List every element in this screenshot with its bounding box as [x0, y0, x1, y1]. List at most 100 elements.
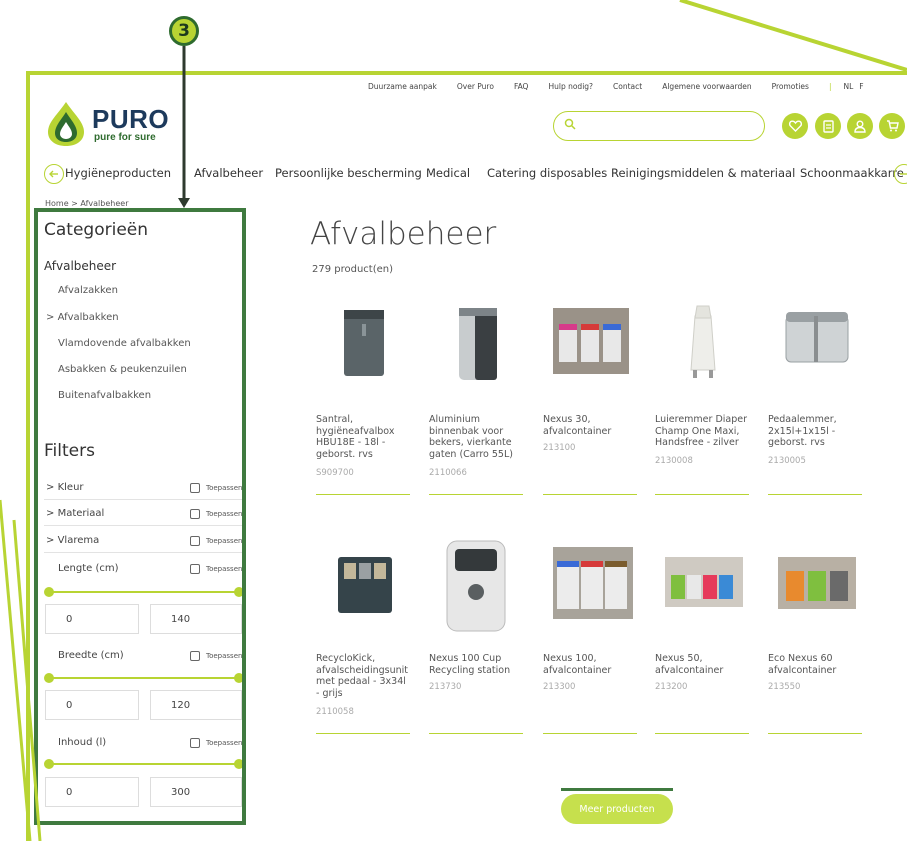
slider-min-handle[interactable] [44, 587, 54, 597]
product-name[interactable]: Luieremmer Diaper Champ One Maxi, Handsf… [655, 414, 751, 449]
inhoud-range-slider[interactable] [44, 759, 244, 769]
utility-link-over-puro[interactable]: Over Puro [457, 82, 494, 91]
category-hygiene[interactable]: Hygiëneproducten [65, 166, 171, 180]
product-image[interactable] [655, 298, 751, 398]
filter-vlarema-apply[interactable]: Toepassen [206, 537, 242, 545]
cart-button[interactable] [879, 113, 905, 139]
utility-separator: | [828, 82, 832, 91]
filter-lengte-checkbox[interactable] [190, 564, 200, 574]
category-medical[interactable]: Medical [426, 166, 470, 180]
lengte-range-slider[interactable] [44, 587, 244, 597]
utility-link-duurzame[interactable]: Duurzame aanpak [368, 82, 437, 91]
search-icon[interactable] [564, 118, 576, 130]
sidebar-item-afvalzakken[interactable]: Afvalzakken [58, 285, 118, 296]
product-name[interactable]: Aluminium binnenbak voor bekers, vierkan… [429, 414, 525, 460]
inhoud-min-input[interactable]: 0 [45, 777, 139, 807]
utility-link-contact[interactable]: Contact [613, 82, 642, 91]
chevron-right-icon: > [46, 508, 55, 519]
page-title: Afvalbeheer [310, 216, 497, 252]
filter-kleur-label: > Kleur [46, 482, 84, 493]
filter-materiaal-apply[interactable]: Toepassen [206, 510, 242, 518]
slider-min-handle[interactable] [44, 759, 54, 769]
chevron-right-icon: > [46, 312, 55, 323]
slider-max-handle[interactable] [234, 587, 244, 597]
product-name[interactable]: Pedaalemmer, 2x15l+1x15l - geborst. rvs [768, 414, 864, 449]
inhoud-max-input[interactable]: 300 [150, 777, 242, 807]
utility-link-faq[interactable]: FAQ [514, 82, 529, 91]
sidebar-main-category[interactable]: Afvalbeheer [44, 259, 116, 273]
filter-vlarema-checkbox[interactable] [190, 536, 200, 546]
chevron-right-icon: > [46, 535, 55, 546]
sidebar-item-afvalbakken[interactable]: > Afvalbakken [46, 312, 119, 323]
slider-min-handle[interactable] [44, 673, 54, 683]
filter-materiaal-checkbox[interactable] [190, 509, 200, 519]
category-catering[interactable]: Catering disposables [487, 166, 607, 180]
product-name[interactable]: RecycloKick, afvalscheidingsunit met ped… [316, 653, 412, 699]
utility-link-hulp[interactable]: Hulp nodig? [548, 82, 593, 91]
filter-inhoud-apply[interactable]: Toepassen [206, 739, 242, 747]
more-products-button[interactable]: Meer producten [561, 794, 673, 824]
product-name[interactable]: Nexus 100 Cup Recycling station [429, 653, 525, 676]
account-button[interactable] [847, 113, 873, 139]
language-selector-cut[interactable]: F [859, 82, 863, 91]
category-schoonmaak[interactable]: Schoonmaakkarre [800, 166, 904, 180]
product-name[interactable]: Santral, hygiëneafvalbox HBU18E - 18l - … [316, 414, 412, 460]
category-reiniging[interactable]: Reinigingsmiddelen & materiaal [611, 166, 795, 180]
filter-lengte-apply[interactable]: Toepassen [206, 565, 242, 573]
more-products-bar [561, 788, 673, 791]
category-nav-prev[interactable] [44, 164, 64, 184]
filter-inhoud-checkbox[interactable] [190, 738, 200, 748]
sidebar-item-asbakken[interactable]: Asbakken & peukenzuilen [58, 364, 187, 375]
filter-vlarema[interactable]: > Vlarema Toepassen [44, 529, 242, 553]
utility-link-voorwaarden[interactable]: Algemene voorwaarden [662, 82, 751, 91]
search-bar[interactable] [553, 111, 765, 141]
product-image[interactable] [543, 537, 639, 637]
utility-link-promoties[interactable]: Promoties [772, 82, 809, 91]
lengte-max-input[interactable]: 140 [150, 604, 242, 634]
filter-lengte-label: Lengte (cm) [58, 563, 119, 574]
product-image[interactable] [429, 298, 525, 398]
lengte-min-input[interactable]: 0 [45, 604, 139, 634]
slider-max-handle[interactable] [234, 673, 244, 683]
product-code: 213730 [429, 682, 462, 692]
breedte-min-input[interactable]: 0 [45, 690, 139, 720]
product-divider [543, 733, 637, 734]
product-name[interactable]: Eco Nexus 60 afvalcontainer [768, 653, 864, 676]
filter-kleur[interactable]: > Kleur Toepassen [44, 476, 242, 500]
category-nav-next[interactable] [894, 164, 907, 184]
breadcrumb[interactable]: Home > Afvalbeheer [45, 199, 128, 208]
product-image[interactable] [543, 298, 639, 398]
filter-inhoud: Inhoud (l) Toepassen [44, 731, 242, 755]
product-image[interactable] [768, 537, 864, 637]
product-image[interactable] [768, 298, 864, 398]
product-name[interactable]: Nexus 30, afvalcontainer [543, 414, 639, 437]
product-code: 2130005 [768, 456, 806, 466]
puro-logo[interactable]: PURO pure for sure [44, 98, 174, 148]
sidebar-item-vlamdovende[interactable]: Vlamdovende afvalbakken [58, 338, 191, 349]
filter-breedte-apply[interactable]: Toepassen [206, 652, 242, 660]
product-image[interactable] [429, 537, 525, 637]
product-image[interactable] [655, 537, 751, 637]
breedte-range-slider[interactable] [44, 673, 244, 683]
sidebar-item-buitenafval[interactable]: Buitenafvalbakken [58, 390, 151, 401]
quote-button[interactable] [815, 113, 841, 139]
product-name[interactable]: Nexus 50, afvalcontainer [655, 653, 751, 676]
product-name[interactable]: Nexus 100, afvalcontainer [543, 653, 639, 676]
filter-breedte-checkbox[interactable] [190, 651, 200, 661]
breedte-max-input[interactable]: 120 [150, 690, 242, 720]
filter-breedte-label: Breedte (cm) [58, 650, 124, 661]
category-persoonlijke[interactable]: Persoonlijke bescherming [275, 166, 422, 180]
filter-kleur-apply[interactable]: Toepassen [206, 484, 242, 492]
search-input[interactable] [584, 116, 754, 136]
sidebar-item-label: Afvalbakken [57, 312, 119, 323]
product-image[interactable] [316, 537, 412, 637]
filter-materiaal[interactable]: > Materiaal Toepassen [44, 502, 242, 526]
product-image[interactable] [316, 298, 412, 398]
slider-max-handle[interactable] [234, 759, 244, 769]
language-selector[interactable]: NL [843, 82, 853, 91]
filter-inhoud-label: Inhoud (l) [58, 737, 107, 748]
category-afvalbeheer[interactable]: Afvalbeheer [194, 166, 263, 180]
favorites-button[interactable] [782, 113, 808, 139]
cart-icon [886, 120, 899, 132]
filter-kleur-checkbox[interactable] [190, 483, 200, 493]
